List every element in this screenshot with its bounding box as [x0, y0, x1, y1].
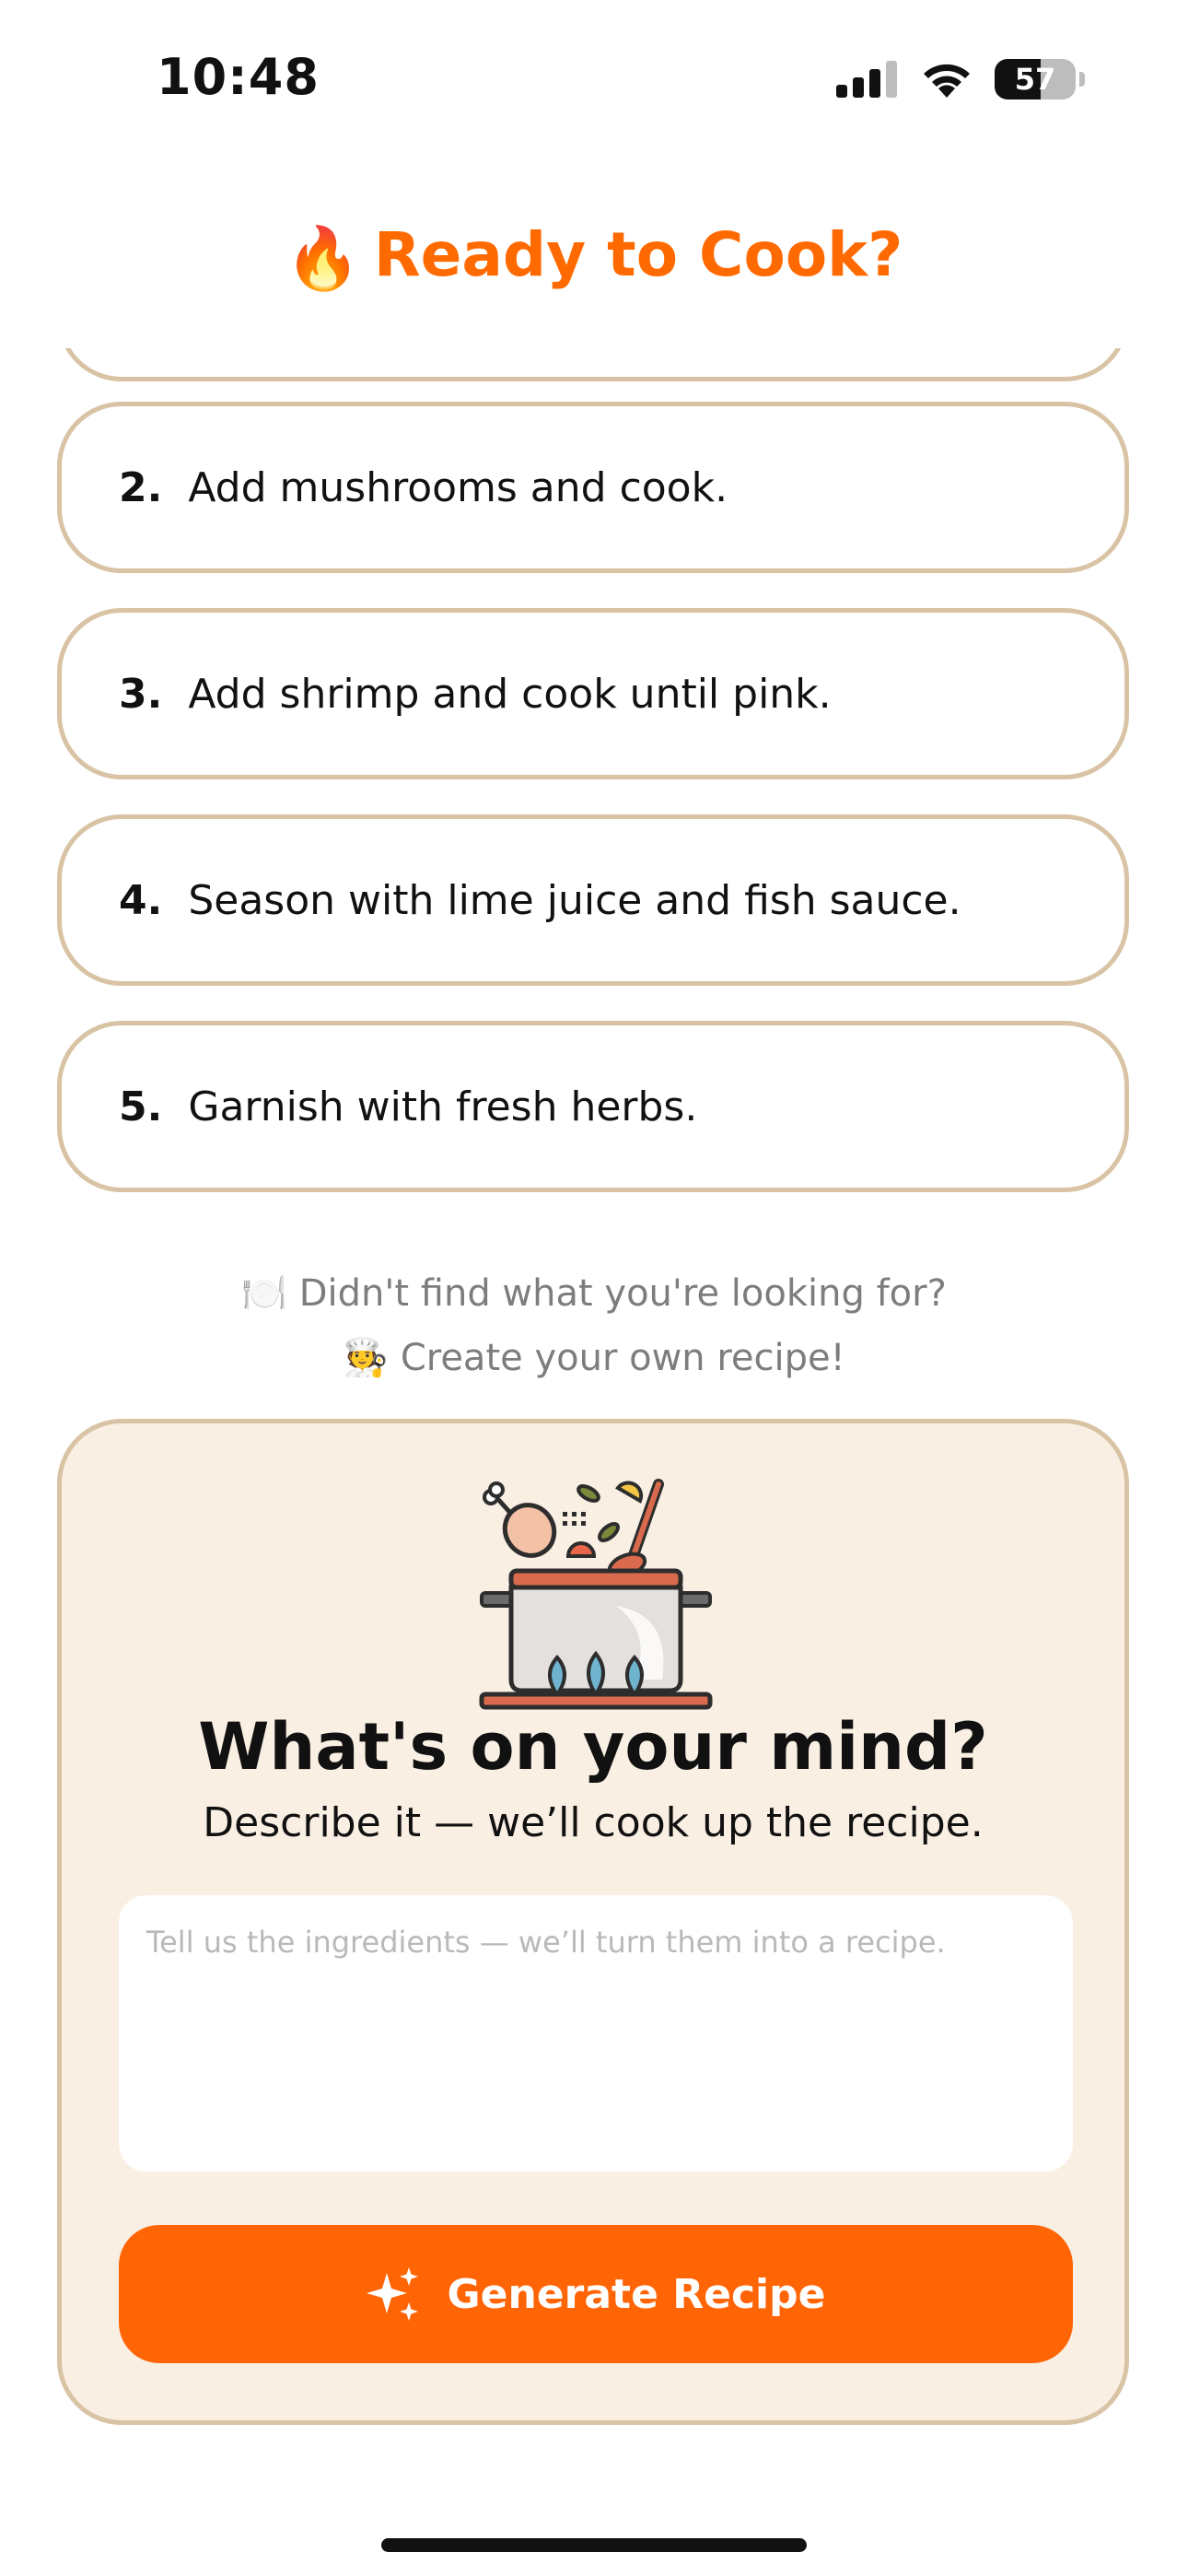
ingredients-input[interactable]	[119, 1895, 1073, 2172]
generate-recipe-button[interactable]: Generate Recipe	[119, 2225, 1073, 2363]
step-card-partial	[57, 348, 1129, 381]
step-number: 4.	[119, 876, 163, 924]
step-card: 4. Season with lime juice and fish sauce…	[57, 814, 1129, 986]
cooking-pot-icon	[479, 1479, 713, 1710]
step-number: 2.	[119, 463, 163, 511]
chef-icon: 🧑‍🍳	[343, 1337, 390, 1379]
prompt-line-create: 🧑‍🍳 Create your own recipe!	[0, 1336, 1188, 1379]
page-title: 🔥 Ready to Cook?	[0, 219, 1188, 295]
step-text: Garnish with fresh herbs.	[188, 1083, 698, 1130]
create-recipe-card: What's on your mind? Describe it — we’ll…	[57, 1419, 1129, 2425]
step-number: 3.	[119, 670, 163, 718]
status-icons: 57	[836, 59, 1085, 100]
step-text: Add shrimp and cook until pink.	[188, 670, 832, 718]
create-recipe-title: What's on your mind?	[198, 1709, 988, 1785]
sparkles-icon	[366, 2267, 418, 2321]
prompt-line-not-found: 🍽️ Didn't find what you're looking for?	[0, 1271, 1188, 1315]
step-number: 5.	[119, 1083, 163, 1130]
prompt-text: Create your own recipe!	[400, 1337, 845, 1379]
battery-level: 57	[1014, 62, 1056, 97]
step-text: Season with lime juice and fish sauce.	[188, 876, 961, 924]
step-card: 5. Garnish with fresh herbs.	[57, 1021, 1129, 1192]
home-indicator[interactable]	[381, 2538, 807, 2552]
step-text: Add mushrooms and cook.	[188, 463, 728, 511]
generate-recipe-label: Generate Recipe	[447, 2270, 826, 2318]
fire-icon: 🔥	[285, 223, 361, 294]
status-time: 10:48	[157, 48, 320, 106]
plate-icon: 🍽️	[241, 1272, 287, 1315]
page-title-text: Ready to Cook?	[373, 219, 903, 290]
battery-icon: 57	[995, 59, 1076, 100]
steps-list[interactable]: 2. Add mushrooms and cook. 3. Add shrimp…	[0, 348, 1188, 1214]
wifi-icon	[924, 64, 970, 98]
create-recipe-subtitle: Describe it — we’ll cook up the recipe.	[203, 1799, 984, 1846]
prompt-text: Didn't find what you're looking for?	[298, 1272, 947, 1315]
battery-nub	[1079, 72, 1085, 87]
step-card: 3. Add shrimp and cook until pink.	[57, 608, 1129, 779]
step-card: 2. Add mushrooms and cook.	[57, 402, 1129, 573]
cellular-signal-icon	[836, 61, 897, 98]
